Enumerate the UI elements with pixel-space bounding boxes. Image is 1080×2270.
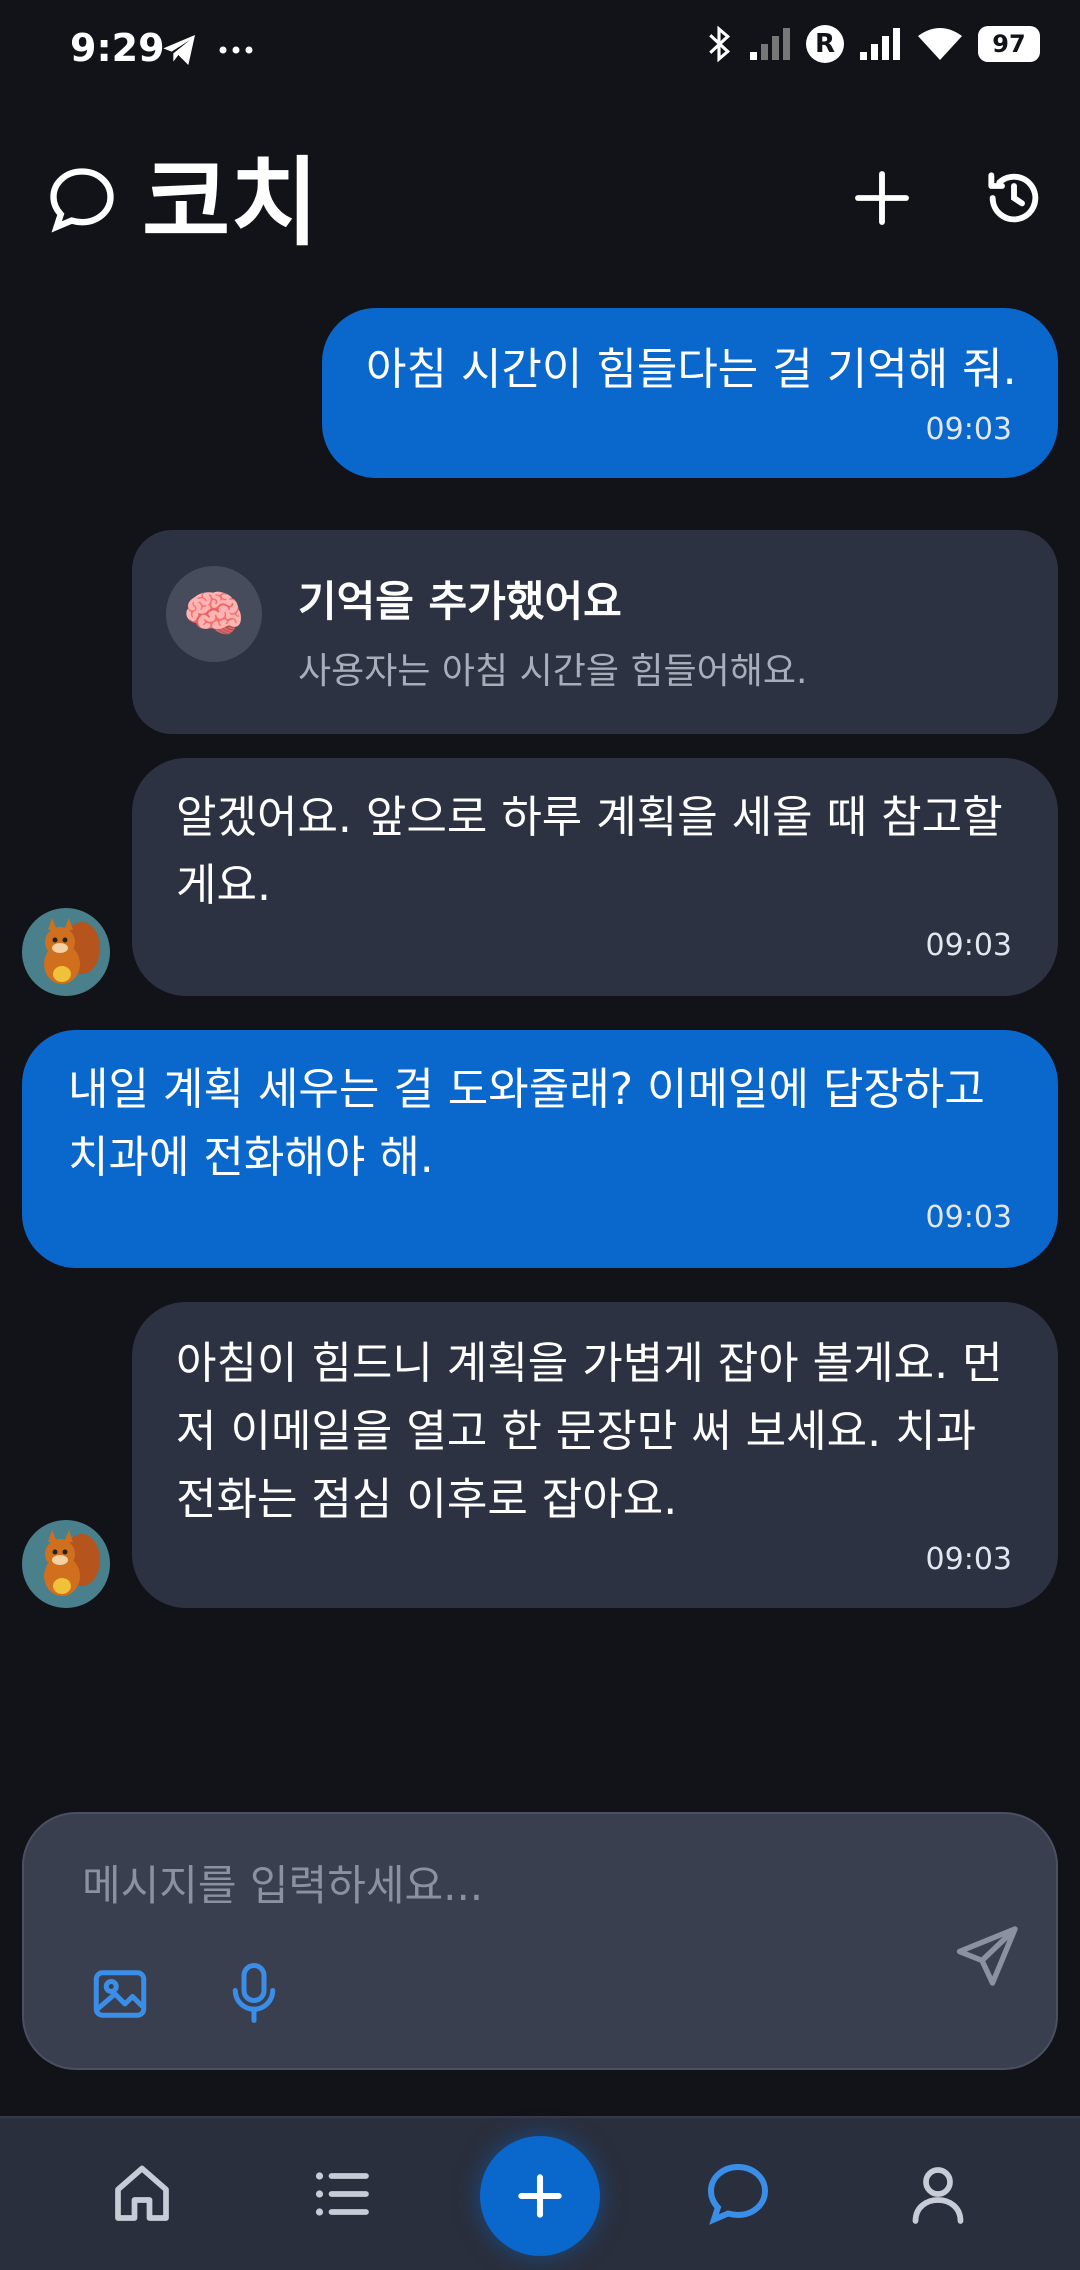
message-line: 알겠어요. 앞으로 하루 계획을 세울 때 참고할	[176, 792, 1003, 843]
home-icon[interactable]	[106, 2158, 178, 2230]
coach-avatar	[22, 1520, 110, 1608]
squirrel-icon	[44, 1530, 100, 1596]
message-time: 09:03	[925, 412, 1012, 447]
brain-icon: 🧠	[166, 566, 262, 662]
message-time: 09:03	[925, 928, 1012, 963]
message-text: 알겠어요. 앞으로 하루 계획을 세울 때 참고할 게요.	[176, 784, 1003, 920]
message-line: 저 이메일을 열고 한 문장만 써 보세요. 치과	[176, 1406, 977, 1457]
list-icon[interactable]	[306, 2158, 378, 2230]
profile-icon[interactable]	[902, 2158, 974, 2230]
message-line: 아침이 힘드니 계획을 가볍게 잡아 볼게요. 먼	[176, 1338, 1003, 1389]
status-right-icons: R 97	[704, 24, 1040, 64]
history-icon[interactable]	[982, 166, 1046, 230]
message-text: 아침 시간이 힘들다는 걸 기억해 줘.	[366, 344, 1017, 395]
wifi-icon	[918, 28, 962, 60]
status-time: 9:29	[70, 26, 165, 70]
user-message-bubble: 내일 계획 세우는 걸 도와줄래? 이메일에 답장하고 치과에 전화해야 해. …	[22, 1030, 1058, 1268]
message-text: 내일 계획 세우는 걸 도와줄래? 이메일에 답장하고 치과에 전화해야 해.	[68, 1056, 985, 1192]
r-badge: R	[806, 25, 844, 63]
memory-title: 기억을 추가했어요	[298, 577, 622, 626]
memory-description: 사용자는 아침 시간을 힘들어해요.	[298, 651, 808, 692]
telegram-icon	[163, 35, 195, 65]
message-line: 게요.	[176, 860, 271, 911]
add-button[interactable]	[480, 2136, 600, 2256]
bot-message-bubble: 알겠어요. 앞으로 하루 계획을 세울 때 참고할 게요. 09:03	[132, 758, 1058, 996]
message-line: 내일 계획 세우는 걸 도와줄래? 이메일에 답장하고	[68, 1064, 985, 1115]
status-left-icons	[160, 30, 254, 70]
plus-icon	[518, 2174, 562, 2218]
message-composer	[22, 1812, 1058, 2070]
chat-icon[interactable]	[702, 2158, 774, 2230]
signal-icon	[860, 28, 900, 60]
chat-bubble-icon	[50, 168, 114, 233]
message-time: 09:03	[925, 1200, 1012, 1235]
message-text: 아침이 힘드니 계획을 가볍게 잡아 볼게요. 먼 저 이메일을 열고 한 문장…	[176, 1330, 1003, 1534]
bot-message-bubble: 아침이 힘드니 계획을 가볍게 잡아 볼게요. 먼 저 이메일을 열고 한 문장…	[132, 1302, 1058, 1608]
message-time: 09:03	[925, 1542, 1012, 1577]
memory-added-card: 🧠 기억을 추가했어요 사용자는 아침 시간을 힘들어해요.	[132, 530, 1058, 734]
user-message-bubble: 아침 시간이 힘들다는 걸 기억해 줘. 09:03	[322, 308, 1058, 478]
header: 코치	[0, 140, 1080, 260]
page-title: 코치	[142, 147, 319, 259]
battery-indicator: 97	[978, 26, 1040, 62]
message-line: 전화는 점심 이후로 잡아요.	[176, 1474, 678, 1525]
image-icon[interactable]	[90, 1964, 150, 2024]
send-icon[interactable]	[952, 1920, 1024, 1992]
more-icon	[219, 46, 253, 54]
bottom-navigation	[0, 2116, 1080, 2270]
coach-avatar	[22, 908, 110, 996]
message-line: 치과에 전화해야 해.	[68, 1132, 434, 1183]
status-bar: 9:29 R 97	[0, 0, 1080, 100]
app-screen: 9:29 R 97 코치 아침 시간이 힘들다는 걸 기억해 줘. 09:03 …	[0, 0, 1080, 2270]
signal-weak-icon	[750, 28, 790, 60]
message-input[interactable]	[82, 1850, 902, 1920]
mic-icon[interactable]	[224, 1960, 284, 2026]
squirrel-icon	[44, 918, 100, 984]
new-chat-button[interactable]	[850, 166, 914, 230]
bluetooth-icon	[709, 25, 731, 63]
